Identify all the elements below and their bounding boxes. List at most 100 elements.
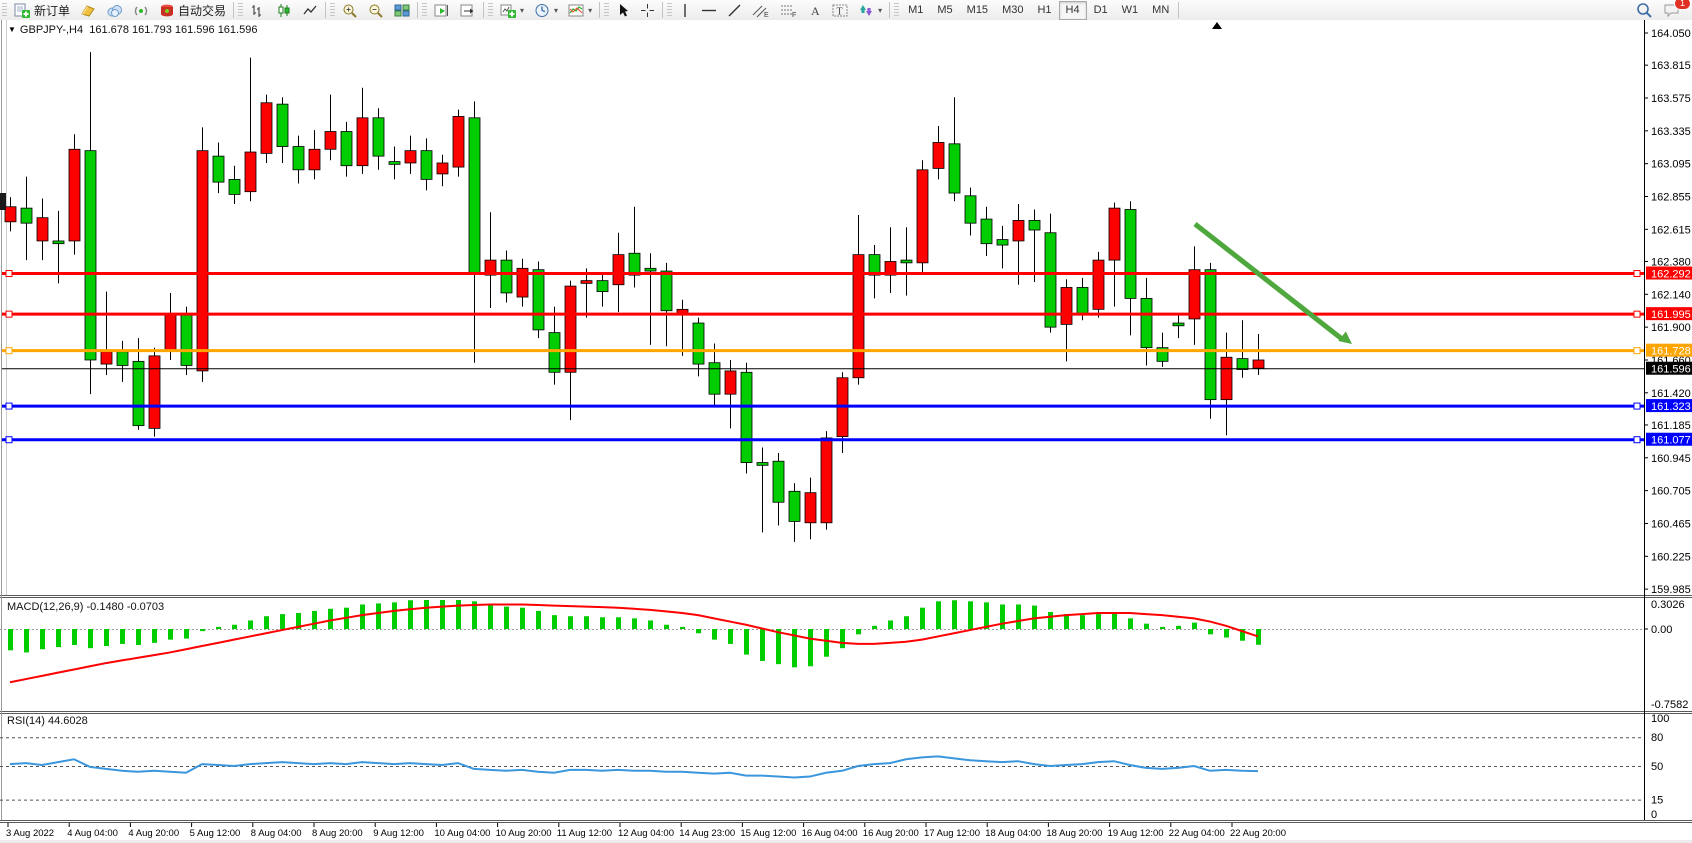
svg-text:161.323: 161.323 bbox=[1651, 401, 1691, 413]
cursor-icon bbox=[616, 3, 630, 18]
depth-of-market-button[interactable] bbox=[75, 0, 101, 21]
hline-icon bbox=[701, 3, 717, 18]
auto-trading-button[interactable]: 自动交易 bbox=[154, 0, 231, 21]
svg-text:-0.7582: -0.7582 bbox=[1651, 699, 1688, 711]
new-order-button[interactable]: 新订单 bbox=[9, 0, 75, 21]
symbol-dropdown-icon[interactable]: ▼ bbox=[8, 25, 16, 34]
chevron-down-icon[interactable]: ▾ bbox=[520, 6, 524, 15]
timeframe-button-m5[interactable]: M5 bbox=[930, 1, 959, 20]
svg-text:161.596: 161.596 bbox=[1651, 364, 1691, 376]
rsi-indicator-label: RSI(14) 44.6028 bbox=[7, 715, 88, 727]
line-chart-button[interactable] bbox=[297, 0, 323, 21]
level-handle bbox=[1634, 437, 1640, 443]
toolbar-grip bbox=[488, 3, 493, 17]
toolbar-separator bbox=[325, 2, 326, 18]
new-chart-button[interactable]: ▾ bbox=[495, 0, 529, 21]
svg-text:160.945: 160.945 bbox=[1651, 453, 1691, 465]
periods-button[interactable]: ▾ bbox=[529, 0, 563, 21]
chart-shift-button[interactable] bbox=[455, 0, 481, 21]
zoom-in-button[interactable] bbox=[337, 0, 363, 21]
toolbar-separator bbox=[1178, 2, 1179, 18]
arrows-button[interactable]: ▾ bbox=[853, 0, 887, 21]
text-button[interactable]: A bbox=[803, 0, 827, 21]
trendline-button[interactable] bbox=[722, 0, 747, 21]
chevron-down-icon[interactable]: ▾ bbox=[588, 6, 592, 15]
crosshair-button[interactable] bbox=[635, 0, 660, 21]
signals-button[interactable] bbox=[128, 0, 154, 21]
timeframe-button-d1[interactable]: D1 bbox=[1087, 1, 1115, 20]
toolbar-grip bbox=[604, 3, 609, 17]
auto-scroll-button[interactable] bbox=[429, 0, 455, 21]
cursor-button[interactable] bbox=[611, 0, 635, 21]
text-label-button[interactable]: T bbox=[827, 0, 853, 21]
bar-chart-icon bbox=[250, 3, 266, 18]
toolbar-grip bbox=[667, 3, 672, 17]
svg-text:80: 80 bbox=[1651, 732, 1663, 744]
level-handle bbox=[1634, 311, 1640, 317]
chart-canvas[interactable]: 164.050163.815163.575163.335163.095162.8… bbox=[0, 20, 1692, 843]
timeframe-button-mn[interactable]: MN bbox=[1145, 1, 1176, 20]
horizontal-line-button[interactable] bbox=[696, 0, 722, 21]
fibonacci-button[interactable]: F bbox=[775, 0, 803, 21]
svg-text:16 Aug 04:00: 16 Aug 04:00 bbox=[802, 828, 858, 839]
toolbar-grip bbox=[330, 3, 335, 17]
search-button[interactable] bbox=[1631, 0, 1658, 21]
text-icon: A bbox=[808, 3, 822, 18]
chart-window[interactable]: 164.050163.815163.575163.335163.095162.8… bbox=[0, 20, 1692, 843]
toolbar-grip bbox=[422, 3, 427, 17]
tile-windows-button[interactable] bbox=[389, 0, 415, 21]
chevron-down-icon[interactable]: ▾ bbox=[554, 6, 558, 15]
template-icon bbox=[568, 3, 584, 18]
timeframe-button-m15[interactable]: M15 bbox=[960, 1, 995, 20]
vertical-line-button[interactable] bbox=[674, 0, 696, 21]
svg-text:11 Aug 12:00: 11 Aug 12:00 bbox=[557, 828, 612, 839]
timeframe-button-m30[interactable]: M30 bbox=[995, 1, 1030, 20]
macd-values: -0.1480 -0.0703 bbox=[86, 601, 164, 613]
level-handle bbox=[1634, 348, 1640, 354]
svg-text:16 Aug 20:00: 16 Aug 20:00 bbox=[863, 828, 919, 839]
arrows-icon bbox=[858, 3, 874, 18]
crosshair-icon bbox=[640, 3, 655, 18]
period-clock-icon bbox=[534, 3, 550, 18]
level-handle bbox=[6, 271, 12, 277]
svg-text:22 Aug 04:00: 22 Aug 04:00 bbox=[1169, 828, 1225, 839]
toolbar-separator bbox=[599, 2, 600, 18]
ohlc-readout: 161.678 161.793 161.596 161.596 bbox=[89, 24, 257, 36]
timeframe-button-m1[interactable]: M1 bbox=[901, 1, 930, 20]
notifications-button[interactable]: 1 bbox=[1658, 0, 1686, 21]
timeframe-button-h1[interactable]: H1 bbox=[1030, 1, 1058, 20]
chevron-down-icon[interactable]: ▾ bbox=[878, 6, 882, 15]
svg-text:162.140: 162.140 bbox=[1651, 289, 1691, 301]
svg-text:160.465: 160.465 bbox=[1651, 518, 1691, 530]
toolbar-separator bbox=[483, 2, 484, 18]
level-handle bbox=[1634, 271, 1640, 277]
svg-text:161.077: 161.077 bbox=[1651, 435, 1691, 447]
svg-text:161.900: 161.900 bbox=[1651, 322, 1691, 334]
toolbar-button-label: 新订单 bbox=[34, 2, 70, 19]
vline-icon bbox=[679, 3, 691, 18]
svg-text:100: 100 bbox=[1651, 713, 1669, 725]
svg-text:162.855: 162.855 bbox=[1651, 191, 1691, 203]
svg-text:160.225: 160.225 bbox=[1651, 551, 1691, 563]
equidistant-channel-button[interactable]: E bbox=[747, 0, 775, 21]
svg-text:A: A bbox=[811, 4, 820, 18]
svg-text:10 Aug 04:00: 10 Aug 04:00 bbox=[434, 828, 490, 839]
zoom-out-button[interactable] bbox=[363, 0, 389, 21]
svg-text:162.292: 162.292 bbox=[1651, 269, 1691, 281]
svg-text:0.3026: 0.3026 bbox=[1651, 599, 1685, 611]
signal-icon bbox=[133, 3, 149, 18]
svg-text:17 Aug 12:00: 17 Aug 12:00 bbox=[924, 828, 980, 839]
svg-text:12 Aug 04:00: 12 Aug 04:00 bbox=[618, 828, 674, 839]
community-button[interactable] bbox=[101, 0, 128, 21]
text-label-icon: T bbox=[832, 3, 848, 18]
svg-text:163.575: 163.575 bbox=[1651, 93, 1691, 105]
toolbar-grip bbox=[894, 3, 899, 17]
candlestick-chart-button[interactable] bbox=[271, 0, 297, 21]
zoom-in-icon bbox=[342, 3, 358, 18]
timeframe-button-w1[interactable]: W1 bbox=[1115, 1, 1146, 20]
toolbar-grip bbox=[238, 3, 243, 17]
timeframe-button-h4[interactable]: H4 bbox=[1059, 1, 1087, 20]
templates-button[interactable]: ▾ bbox=[563, 0, 597, 21]
toolbar-separator bbox=[662, 2, 663, 18]
bar-chart-button[interactable] bbox=[245, 0, 271, 21]
